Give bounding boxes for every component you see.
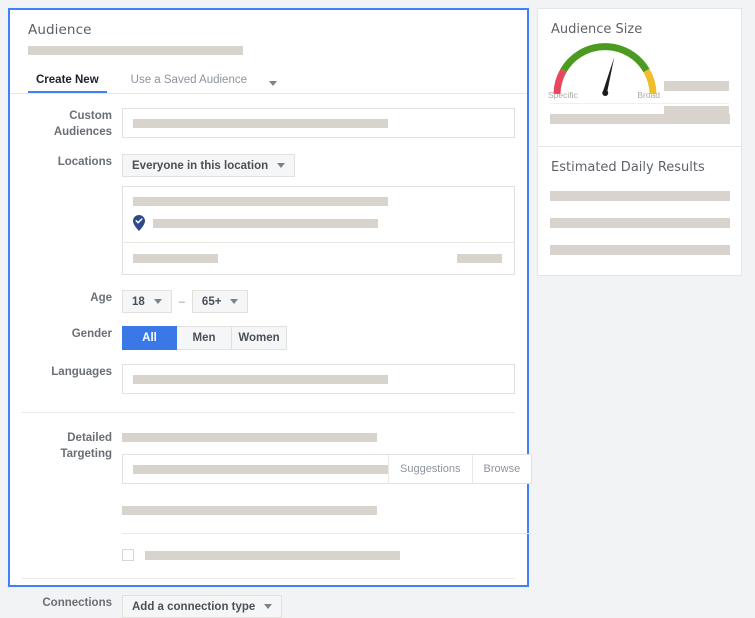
row-languages: Languages: [22, 364, 515, 394]
chevron-down-icon: [153, 299, 162, 304]
audience-size-values: [664, 81, 729, 116]
languages-field: [122, 364, 515, 394]
location-entry-redacted-bar: [133, 197, 388, 206]
row-gender: Gender All Men Women: [22, 326, 515, 350]
audience-tabs: Create New Use a Saved Audience: [10, 67, 527, 94]
languages-label: Languages: [51, 366, 112, 378]
connections-label: Connections: [42, 597, 112, 609]
age-max-value: 65+: [201, 295, 222, 308]
detailed-targeting-label: Detailed Targeting: [60, 432, 112, 460]
gender-option-men[interactable]: Men: [177, 326, 232, 350]
detailed-targeting-redacted-bar: [122, 433, 377, 442]
audience-name-redacted-bar: [28, 46, 243, 55]
row-custom-audiences: Custom Audiences: [22, 108, 515, 140]
chevron-down-icon[interactable]: [269, 81, 277, 86]
detailed-targeting-rule: [122, 533, 533, 534]
locations-entries: [123, 187, 514, 242]
locations-footer: [123, 242, 514, 274]
expand-targeting-checkbox[interactable]: [122, 549, 134, 561]
age-field: 18 – 65+: [122, 290, 515, 313]
page-title: Audience: [28, 22, 92, 38]
custom-audiences-label: Custom Audiences: [53, 110, 112, 138]
age-min-value: 18: [132, 295, 145, 308]
gender-label: Gender: [71, 328, 112, 340]
gender-field: All Men Women: [122, 326, 515, 350]
locations-footer-right-bar: [457, 254, 502, 263]
age-range-separator: –: [178, 295, 185, 308]
custom-audiences-redacted-value: [133, 118, 388, 128]
custom-audiences-input[interactable]: [122, 108, 515, 138]
connections-value: Add a connection type: [132, 600, 256, 613]
daily-result-bar-2: [550, 218, 730, 228]
locations-footer-left-bar: [133, 254, 218, 263]
audience-size-title: Audience Size: [551, 22, 643, 37]
estimated-daily-results-list: [538, 175, 741, 255]
section-divider-targeting: [22, 412, 515, 413]
suggestions-button[interactable]: Suggestions: [388, 455, 472, 483]
custom-audiences-field: [122, 108, 515, 138]
gender-toggle-group: All Men Women: [122, 326, 515, 350]
detailed-targeting-search-row: Suggestions Browse: [122, 454, 533, 484]
connections-field: Add a connection type: [122, 595, 515, 618]
chevron-down-icon: [264, 604, 273, 609]
tab-use-saved-audience[interactable]: Use a Saved Audience: [123, 74, 255, 93]
chevron-down-icon: [277, 163, 286, 168]
audience-form: Custom Audiences Locations Everyone in t…: [10, 108, 533, 618]
gauge-labels: Specific Broad: [548, 90, 660, 100]
age-min-dropdown[interactable]: 18: [122, 290, 172, 313]
location-name-redacted-bar: [153, 218, 378, 228]
audience-panel-header: Audience: [10, 10, 527, 55]
row-age: Age 18 – 65+: [22, 290, 515, 313]
connections-dropdown[interactable]: Add a connection type: [122, 595, 283, 618]
age-max-dropdown[interactable]: 65+: [191, 290, 249, 313]
audience-size-value-bar-1: [664, 81, 729, 91]
daily-result-bar-1: [550, 191, 730, 201]
expand-targeting-redacted-label: [145, 550, 400, 560]
gauge-label-specific: Specific: [548, 90, 578, 100]
row-detailed-targeting: Detailed Targeting Suggestions Browse: [22, 430, 533, 561]
tab-use-saved-audience-group[interactable]: Use a Saved Audience: [123, 74, 277, 93]
section-divider-connections: [22, 578, 515, 579]
detailed-targeting-search-redacted-value: [133, 464, 388, 474]
languages-input[interactable]: [122, 364, 515, 394]
detailed-targeting-search-input[interactable]: [123, 464, 388, 474]
detailed-targeting-field: Suggestions Browse: [122, 430, 533, 561]
daily-result-bar-3: [550, 245, 730, 255]
locations-scope-dropdown[interactable]: Everyone in this location: [122, 154, 296, 177]
locations-box: [122, 186, 515, 275]
chevron-down-icon: [230, 299, 239, 304]
languages-redacted-value: [133, 374, 388, 384]
audience-size-gauge: Specific Broad: [538, 41, 741, 116]
location-list-item[interactable]: [133, 215, 514, 231]
locations-scope-value: Everyone in this location: [132, 159, 269, 172]
audience-size-value-bar-2: [664, 106, 729, 116]
locations-field: Everyone in this location: [122, 154, 515, 275]
age-label: Age: [90, 292, 112, 304]
expand-targeting-row[interactable]: [122, 549, 532, 561]
estimated-daily-results-card: Estimated Daily Results: [537, 146, 742, 276]
tab-create-new[interactable]: Create New: [28, 74, 107, 93]
browse-button[interactable]: Browse: [471, 455, 532, 483]
detailed-targeting-secondary-redacted-bar: [122, 506, 377, 515]
estimated-daily-results-title: Estimated Daily Results: [551, 160, 705, 175]
map-pin-check-icon: [133, 215, 145, 231]
audience-size-card: Audience Size Specific Broad: [537, 8, 742, 148]
locations-label: Locations: [57, 156, 112, 168]
gauge-label-broad: Broad: [637, 90, 660, 100]
audience-panel: Audience Create New Use a Saved Audience…: [8, 8, 533, 618]
gender-option-all[interactable]: All: [122, 326, 177, 350]
gender-option-women[interactable]: Women: [232, 326, 287, 350]
row-locations: Locations Everyone in this location: [22, 154, 515, 275]
row-connections: Connections Add a connection type: [22, 595, 515, 618]
